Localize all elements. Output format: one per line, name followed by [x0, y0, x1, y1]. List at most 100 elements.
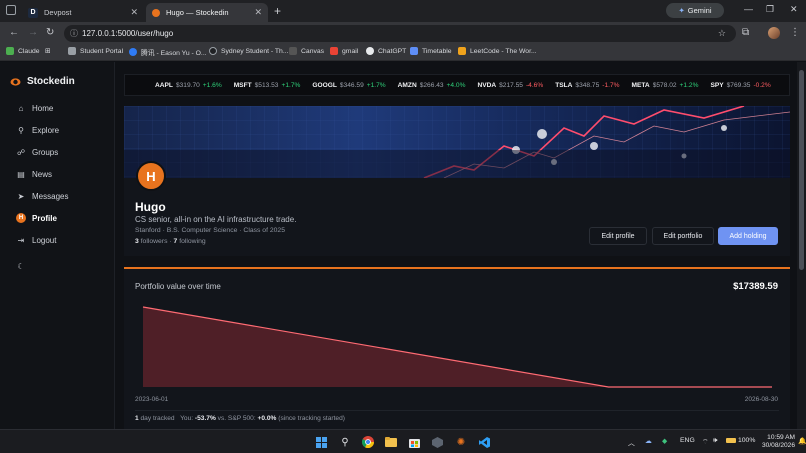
bookmark-label: Sydney Student - Th...	[221, 47, 289, 55]
ticker-item-aapl[interactable]: AAPL $319.70 +1.6%	[155, 82, 222, 89]
windows-start-icon[interactable]	[314, 435, 328, 449]
window-close-icon[interactable]: ✕	[790, 4, 798, 15]
theme-toggle[interactable]: ☾	[16, 262, 32, 271]
following-label[interactable]: following	[179, 238, 205, 245]
volume-icon[interactable]: 🕪	[713, 437, 717, 445]
forward-icon[interactable]: →	[28, 27, 38, 38]
bookmark-label: Canvas	[301, 47, 325, 55]
close-icon[interactable]: ✕	[130, 7, 138, 18]
brand[interactable]: Stockedin	[10, 76, 75, 87]
sidebar-item-label: Explore	[32, 126, 60, 135]
sidebar-item-messages[interactable]: ➤ Messages	[16, 192, 69, 201]
sidebar-item-profile[interactable]: H Profile	[16, 213, 57, 223]
gemini-icon: ✦	[678, 6, 685, 15]
profile-meta: Stanford · B.S. Computer Science · Class…	[135, 227, 285, 234]
ticker-symbol: GOOGL	[312, 81, 337, 89]
bookmark-canvas[interactable]: Canvas	[289, 47, 324, 55]
search-icon[interactable]: ⚲	[338, 435, 352, 449]
reload-icon[interactable]: ↻	[46, 27, 54, 38]
profile-bio: CS senior, all-in on the AI infrastructu…	[135, 215, 297, 224]
store-icon[interactable]	[407, 435, 421, 449]
claude-app-icon[interactable]: ✺	[454, 435, 468, 449]
sidebar-item-logout[interactable]: ⇥ Logout	[16, 236, 57, 245]
leetcode-icon	[458, 47, 466, 55]
ticker-change: +4.0%	[446, 81, 466, 89]
extensions-icon[interactable]: ⧉	[742, 27, 749, 38]
sidebar-item-news[interactable]: ▤ News	[16, 170, 52, 179]
canvas-icon	[289, 47, 297, 55]
scrollbar-thumb[interactable]	[799, 70, 804, 270]
sidebar-item-label: Logout	[32, 236, 57, 245]
browser-tab-bar: D Devpost ✕ Hugo — Stockedin ✕ + ✦ Gemini…	[0, 0, 806, 22]
chevron-up-icon[interactable]: ︿	[628, 437, 635, 447]
apps-grid-icon[interactable]: ⊞	[45, 47, 51, 55]
close-icon[interactable]: ✕	[254, 7, 262, 18]
bookmark-label: LeetCode - The Wor...	[470, 47, 537, 55]
gemini-label: Gemini	[687, 6, 712, 15]
system-clock[interactable]: 10:59 AM 30/08/2026	[762, 434, 795, 450]
ticker-item-msft[interactable]: MSFT $513.53 +1.7%	[234, 82, 301, 89]
sidebar-item-label: Profile	[32, 213, 57, 223]
sidebar-item-home[interactable]: ⌂ Home	[16, 104, 54, 113]
chart-area-fill	[143, 307, 772, 387]
sidebar-item-groups[interactable]: ☍ Groups	[16, 148, 58, 157]
menu-dots-icon[interactable]: ⋮	[790, 27, 800, 38]
cloud-icon[interactable]: ☁	[645, 437, 652, 445]
back-icon[interactable]: ←	[9, 27, 19, 38]
bookmark-chatgpt[interactable]: ChatGPT	[366, 47, 406, 55]
tab-devpost[interactable]: D Devpost ✕	[22, 3, 144, 22]
edit-profile-button[interactable]: Edit profile	[589, 227, 647, 245]
ticker-item-googl[interactable]: GOOGL $346.59 +1.7%	[312, 82, 385, 89]
bookmark-label: Student Portal	[80, 47, 124, 55]
portfolio-title: Portfolio value over time	[135, 282, 221, 291]
ticker-item-spy[interactable]: SPY $769.35 -0.2%	[710, 82, 770, 89]
minimize-icon[interactable]: —	[744, 4, 753, 14]
ticker-change: -4.6%	[525, 81, 544, 89]
followers-count[interactable]: 3	[135, 238, 139, 245]
bookmark-sydney-student[interactable]: Sydney Student - Th...	[209, 47, 289, 55]
ticker-item-nvda[interactable]: NVDA $217.55 -4.6%	[477, 82, 543, 89]
new-tab-icon[interactable]: +	[274, 4, 281, 18]
tab-search-icon[interactable]	[6, 5, 16, 15]
url-input[interactable]: ⓘ 127.0.0.1:5000/user/hugo ☆	[64, 25, 736, 42]
file-explorer-icon[interactable]	[384, 435, 398, 449]
add-holding-button[interactable]: Add holding	[718, 227, 778, 245]
bookmark-gmail[interactable]: gmail	[330, 47, 358, 55]
gemini-button[interactable]: ✦ Gemini	[666, 3, 724, 18]
maximize-icon[interactable]: ❐	[766, 4, 774, 15]
bookmark-timetable[interactable]: Timetable	[410, 47, 452, 55]
bookmark-leetcode[interactable]: LeetCode - The Wor...	[458, 47, 537, 55]
followers-label[interactable]: followers ·	[141, 238, 172, 245]
ticker-symbol: MSFT	[233, 81, 252, 89]
notification-bell-icon[interactable]: 🔔	[798, 437, 806, 445]
clock-date: 30/08/2026	[762, 442, 796, 449]
sidebar-item-label: Home	[32, 104, 54, 113]
vscode-icon[interactable]	[477, 435, 491, 449]
following-count[interactable]: 7	[174, 238, 178, 245]
language-indicator[interactable]: ENG	[680, 437, 695, 444]
ticker-item-tsla[interactable]: TSLA $348.75 -1.7%	[555, 82, 619, 89]
wifi-icon[interactable]: ⌔	[702, 437, 708, 446]
shield-tray-icon[interactable]: ◆	[662, 437, 667, 445]
news-icon: ▤	[17, 170, 25, 179]
ticker-change: -0.2%	[753, 81, 771, 89]
chrome-icon[interactable]	[361, 435, 375, 449]
bookmark-star-icon[interactable]: ☆	[718, 28, 726, 39]
battery-indicator[interactable]: 100%	[726, 437, 755, 444]
ticker-item-meta[interactable]: META $578.02 +1.2%	[632, 82, 699, 89]
brand-name: Stockedin	[27, 76, 75, 87]
you-label: You:	[180, 415, 194, 422]
browser-profile-avatar[interactable]	[768, 27, 780, 39]
bookmark-tencent[interactable]: 腾讯 - Eason Yu - O...	[129, 47, 207, 57]
sidebar-item-explore[interactable]: ⚲ Explore	[16, 126, 59, 135]
edit-portfolio-button[interactable]: Edit portfolio	[652, 227, 714, 245]
stockedin-favicon-icon	[152, 8, 160, 17]
bookmark-claude[interactable]: Claude	[6, 47, 40, 55]
bookmark-student-portal[interactable]: Student Portal	[68, 47, 123, 55]
tracked-label: day tracked	[140, 415, 175, 422]
app-icon[interactable]	[430, 435, 444, 449]
page-scrollbar[interactable]	[797, 62, 806, 429]
site-info-icon[interactable]: ⓘ	[70, 28, 78, 39]
tab-stockedin[interactable]: Hugo — Stockedin ✕	[146, 3, 268, 22]
ticker-item-amzn[interactable]: AMZN $266.43 +4.0%	[398, 82, 466, 89]
